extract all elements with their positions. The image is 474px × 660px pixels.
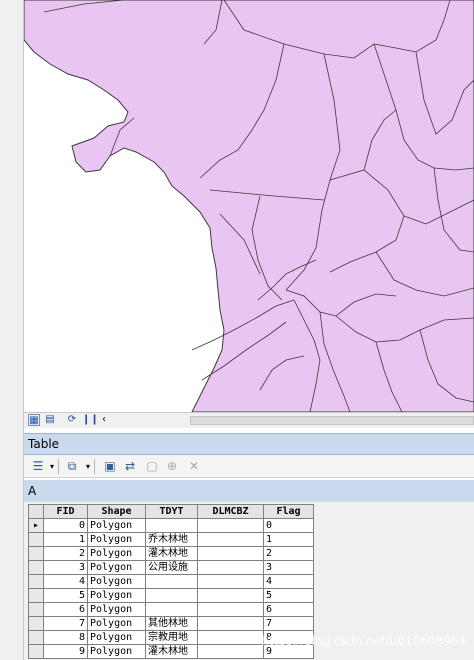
row-selector[interactable] [28,616,44,631]
table-row[interactable]: 7 Polygon 其他林地 7 [28,616,314,631]
cell-flag[interactable]: 5 [263,588,314,603]
toolbar-separator [58,459,59,474]
cell-shape[interactable]: Polygon [87,560,146,575]
row-selector[interactable] [28,574,44,589]
map-polygons [24,0,474,412]
cell-tdyt[interactable] [145,518,198,533]
cell-flag[interactable]: 3 [263,560,314,575]
cell-tdyt[interactable]: 宗教用地 [145,630,198,645]
layout-view-icon[interactable]: ▤ [44,414,56,426]
cell-shape[interactable]: Polygon [87,644,146,659]
row-selector[interactable] [28,602,44,617]
table-row[interactable]: 3 Polygon 公用设施 3 [28,560,314,575]
cell-shape[interactable]: Polygon [87,518,146,533]
cell-fid[interactable]: 9 [43,644,88,659]
table-row[interactable]: 5 Polygon 5 [28,588,314,603]
cell-shape[interactable]: Polygon [87,616,146,631]
map-horizontal-scrollbar[interactable] [190,416,474,425]
table-row[interactable]: 6 Polygon 6 [28,602,314,617]
cell-dlmcbz[interactable] [197,546,264,561]
cell-fid[interactable]: 7 [43,616,88,631]
zoom-to-selected-icon[interactable]: ⊕ [164,459,180,474]
cell-tdyt[interactable] [145,574,198,589]
cell-dlmcbz[interactable] [197,616,264,631]
cell-tdyt[interactable]: 灌木林地 [145,546,198,561]
row-selector[interactable] [28,588,44,603]
cell-dlmcbz[interactable] [197,574,264,589]
cell-tdyt[interactable]: 灌木林地 [145,644,198,659]
cell-fid[interactable]: 4 [43,574,88,589]
row-selector[interactable] [28,644,44,659]
attribute-table-area: FID Shape TDYT DLMCBZ Flag ▸ 0 Polygon 0… [24,502,474,660]
toolbar-separator [94,459,95,474]
column-header-tdyt[interactable]: TDYT [145,504,198,519]
cell-dlmcbz[interactable] [197,560,264,575]
cell-fid[interactable]: 8 [43,630,88,645]
cell-tdyt[interactable]: 乔木林地 [145,532,198,547]
cell-flag[interactable]: 1 [263,532,314,547]
table-row[interactable]: 2 Polygon 灌木林地 2 [28,546,314,561]
watermark-text: https://blog.csdn.net/u010608964 [261,634,466,648]
select-by-attributes-icon[interactable]: ▣ [102,459,118,474]
cell-dlmcbz[interactable] [197,588,264,603]
cell-flag[interactable]: 4 [263,574,314,589]
table-header-row: FID Shape TDYT DLMCBZ Flag [28,504,314,519]
map-canvas[interactable] [24,0,474,412]
table-row[interactable]: 1 Polygon 乔木林地 1 [28,532,314,547]
cell-shape[interactable]: Polygon [87,588,146,603]
cell-dlmcbz[interactable] [197,602,264,617]
cell-shape[interactable]: Polygon [87,546,146,561]
cell-fid[interactable]: 3 [43,560,88,575]
table-toolbar: ☰ ▾ ⧉ ▾ ▣ ⇄ ▢ ⊕ ✕ [24,455,474,478]
row-selector[interactable] [28,546,44,561]
column-header-flag[interactable]: Flag [263,504,314,519]
row-selector[interactable] [28,560,44,575]
cell-shape[interactable]: Polygon [87,574,146,589]
cell-dlmcbz[interactable] [197,518,264,533]
cell-tdyt[interactable]: 公用设施 [145,560,198,575]
cell-fid[interactable]: 1 [43,532,88,547]
cell-shape[interactable]: Polygon [87,532,146,547]
row-selector[interactable] [28,532,44,547]
cell-dlmcbz[interactable] [197,644,264,659]
row-selector[interactable]: ▸ [28,518,44,533]
pause-icon[interactable]: ❙❙ [82,414,99,426]
delete-selected-icon[interactable]: ✕ [186,459,202,474]
cell-tdyt[interactable] [145,588,198,603]
cell-shape[interactable]: Polygon [87,602,146,617]
table-row[interactable]: ▸ 0 Polygon 0 [28,518,314,533]
cell-fid[interactable]: 6 [43,602,88,617]
cell-fid[interactable]: 2 [43,546,88,561]
land-polygon [24,0,474,412]
clear-selection-icon[interactable]: ▢ [144,459,160,474]
cell-fid[interactable]: 5 [43,588,88,603]
cell-tdyt[interactable] [145,602,198,617]
row-selector[interactable] [28,630,44,645]
cell-tdyt[interactable]: 其他林地 [145,616,198,631]
cell-flag[interactable]: 2 [263,546,314,561]
switch-selection-icon[interactable]: ⇄ [122,459,138,474]
column-header-shape[interactable]: Shape [87,504,146,519]
cell-fid[interactable]: 0 [43,518,88,533]
column-header-dlmcbz[interactable]: DLMCBZ [197,504,264,519]
cell-shape[interactable]: Polygon [87,630,146,645]
table-row[interactable]: 4 Polygon 4 [28,574,314,589]
cell-flag[interactable]: 7 [263,616,314,631]
cell-dlmcbz[interactable] [197,532,264,547]
scroll-left-icon[interactable]: ‹ [98,414,110,426]
cell-flag[interactable]: 6 [263,602,314,617]
map-view-bar: ▦ ▤ ⟳ ❙❙ ‹ [24,412,474,428]
column-header-fid[interactable]: FID [43,504,88,519]
related-tables-icon[interactable]: ⧉ [64,459,80,474]
refresh-icon[interactable]: ⟳ [66,414,78,426]
cell-flag[interactable]: 0 [263,518,314,533]
layer-tab[interactable]: A [24,480,474,502]
table-window-title: Table [24,433,474,455]
data-view-icon[interactable]: ▦ [28,414,40,426]
cell-dlmcbz[interactable] [197,630,264,645]
left-dock-strip [0,0,24,660]
row-selector-header[interactable] [28,504,44,519]
